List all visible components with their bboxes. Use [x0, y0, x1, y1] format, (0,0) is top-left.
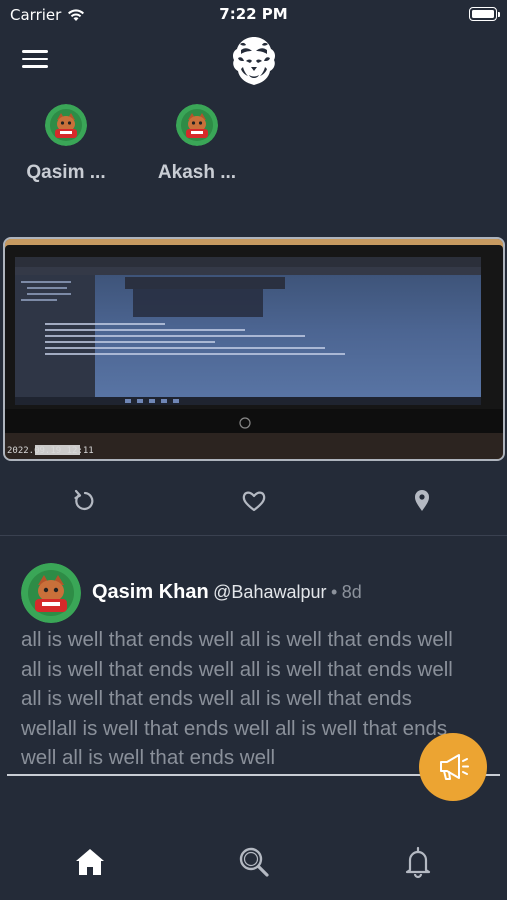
story-name: Akash ...	[157, 162, 237, 183]
lion-head-logo[interactable]	[229, 34, 279, 86]
search-icon[interactable]	[234, 842, 274, 882]
location-pin-icon[interactable]	[404, 483, 440, 519]
heart-icon[interactable]	[236, 483, 272, 519]
avatar	[176, 104, 218, 146]
story-name: Qasim ...	[26, 162, 106, 183]
repost-icon[interactable]	[67, 483, 103, 519]
bell-icon[interactable]	[398, 842, 438, 882]
post-body: all is well that ends well all is well t…	[21, 625, 491, 773]
home-icon[interactable]	[70, 842, 110, 882]
post-actions	[0, 483, 507, 519]
post-line: all is well that ends well all is well t…	[21, 628, 453, 651]
story-item[interactable]: Akash ...	[137, 100, 257, 184]
photo-timestamp: 2022.09.19 12:11	[7, 446, 94, 456]
status-bar: Carrier 7:22 PM	[0, 0, 507, 30]
megaphone-icon	[440, 754, 469, 780]
post-line: all is well that ends well all is well t…	[21, 657, 453, 681]
hamburger-menu-icon[interactable]	[22, 50, 48, 70]
divider	[0, 535, 507, 536]
post-line: wellall is well that ends well all is we…	[21, 716, 448, 740]
clock: 7:22 PM	[219, 5, 288, 23]
post-author[interactable]: Qasim Khan	[92, 581, 209, 603]
post-media-image[interactable]: 2022.09.19 12:11	[3, 237, 505, 461]
post-separator: •	[330, 582, 338, 602]
bottom-tab-bar	[0, 830, 507, 900]
avatar[interactable]	[21, 563, 81, 623]
laptop-photo: 2022.09.19 12:11	[5, 239, 503, 459]
post-header: Qasim Khan @Bahawalpur • 8d	[92, 581, 362, 604]
battery-icon	[469, 7, 500, 21]
announce-fab-button[interactable]	[419, 733, 487, 801]
post-line: all is well that ends well all is well t…	[21, 687, 412, 710]
story-item[interactable]: Qasim ...	[6, 100, 126, 184]
avatar	[45, 104, 87, 146]
stories-row: Qasim ... Akash ...	[0, 100, 507, 190]
top-navigation	[0, 30, 507, 90]
post-timestamp: 8d	[341, 582, 362, 602]
post-handle[interactable]: @Bahawalpur	[213, 582, 326, 602]
